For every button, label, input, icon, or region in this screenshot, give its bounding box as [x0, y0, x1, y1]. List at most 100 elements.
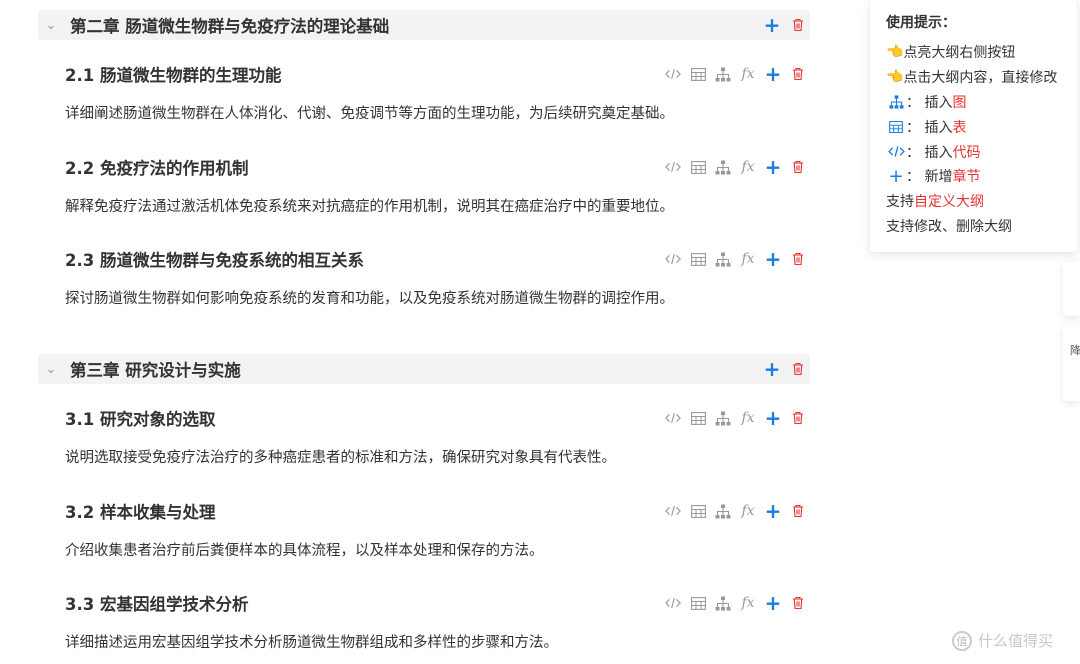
delete-icon[interactable]: [790, 503, 806, 519]
tip-colon: ：: [906, 144, 920, 161]
section-block: 3.3 宏基因组学技术分析 fx + 详细描述运用宏基因组学技术分析肠道微生物群…: [38, 589, 810, 652]
add-icon[interactable]: +: [765, 157, 782, 177]
watermark-text: 什么值得买: [978, 632, 1054, 650]
tip-colon: ：: [906, 94, 920, 111]
diagram-icon[interactable]: [715, 159, 731, 175]
tip-item: + ： 新增 章节: [886, 164, 1077, 189]
chevron-down-icon[interactable]: ⌄: [40, 362, 62, 377]
tip-text: 新增: [924, 169, 953, 186]
section-description[interactable]: 说明选取接受免疫疗法治疗的多种癌症患者的标准和方法，确保研究对象具有代表性。: [65, 446, 810, 467]
delete-icon[interactable]: [790, 159, 806, 175]
table-icon[interactable]: [690, 66, 706, 82]
tip-item: 👈 点亮大纲右侧按钮: [886, 40, 1077, 65]
section-actions: fx +: [665, 60, 806, 88]
tip-highlight: 图: [952, 94, 967, 111]
tip-text: 点击大纲内容，直接修改: [903, 70, 1058, 87]
delete-icon[interactable]: [790, 66, 806, 82]
chapter-row[interactable]: ⌄ 第三章 研究设计与实施 +: [38, 354, 810, 384]
add-icon: +: [888, 165, 904, 187]
add-icon[interactable]: +: [765, 249, 782, 269]
table-icon[interactable]: [690, 503, 706, 519]
section-title[interactable]: 2.1 肠道微生物群的生理功能: [65, 62, 281, 86]
tip-item: ： 插入表: [886, 114, 1077, 139]
section-description[interactable]: 解释免疫疗法通过激活机体免疫系统来对抗癌症的作用机制，说明其在癌症治疗中的重要地…: [65, 195, 810, 216]
section-block: 2.1 肠道微生物群的生理功能 fx + 详细阐述肠道微生物群在人体消化、代谢、…: [38, 60, 810, 123]
chapter-row[interactable]: ⌄ 第二章 肠道微生物群与免疫疗法的理论基础 +: [38, 10, 810, 40]
section-title[interactable]: 3.2 样本收集与处理: [65, 499, 215, 523]
tips-title: 使用提示：: [886, 15, 956, 31]
table-icon[interactable]: [690, 595, 706, 611]
tip-highlight: 章节: [952, 169, 981, 186]
tip-item: ： 插入图: [886, 90, 1077, 115]
add-icon[interactable]: +: [765, 593, 782, 613]
chevron-down-icon[interactable]: ⌄: [40, 18, 62, 33]
add-icon[interactable]: +: [765, 408, 782, 428]
diagram-icon[interactable]: [715, 503, 731, 519]
tip-text: 插入: [924, 94, 953, 111]
code-icon[interactable]: [665, 503, 681, 519]
diagram-icon[interactable]: [715, 595, 731, 611]
add-icon[interactable]: +: [765, 501, 782, 521]
section-actions: fx +: [665, 404, 806, 432]
code-icon[interactable]: [665, 159, 681, 175]
chapter-title[interactable]: 第三章 研究设计与实施: [70, 357, 241, 381]
section-description[interactable]: 探讨肠道微生物群如何影响免疫系统的发育和功能，以及免疫系统对肠道微生物群的调控作…: [65, 287, 810, 308]
tip-text: 支持: [886, 194, 914, 211]
tip-item: 支持修改、删除大纲: [886, 214, 1077, 239]
tip-item: ： 插入 代码: [886, 139, 1077, 164]
section-block: 2.3 肠道微生物群与免疫系统的相互关系 fx + 探讨肠道微生物群如何影响免疫…: [38, 245, 810, 308]
table-icon[interactable]: [690, 159, 706, 175]
section-title[interactable]: 3.1 研究对象的选取: [65, 406, 215, 430]
formula-icon[interactable]: fx: [740, 251, 756, 267]
tip-highlight: 代码: [952, 144, 981, 161]
formula-icon[interactable]: fx: [740, 159, 756, 175]
delete-icon[interactable]: [790, 595, 806, 611]
delete-icon[interactable]: [790, 410, 806, 426]
add-icon[interactable]: +: [764, 359, 781, 379]
tip-text: 插入: [924, 119, 953, 136]
section-block: 3.2 样本收集与处理 fx + 介绍收集患者治疗前后粪便样本的具体流程，以及样…: [38, 497, 810, 560]
formula-icon[interactable]: fx: [740, 410, 756, 426]
chapter-title[interactable]: 第二章 肠道微生物群与免疫疗法的理论基础: [70, 13, 389, 37]
section-title[interactable]: 2.2 免疫疗法的作用机制: [65, 155, 248, 179]
add-icon[interactable]: +: [765, 64, 782, 84]
code-icon[interactable]: [665, 410, 681, 426]
formula-icon[interactable]: fx: [740, 503, 756, 519]
tip-colon: ：: [906, 169, 920, 186]
code-icon[interactable]: [665, 251, 681, 267]
section-description[interactable]: 介绍收集患者治疗前后粪便样本的具体流程，以及样本处理和保存的方法。: [65, 539, 810, 560]
section-actions: fx +: [665, 589, 806, 617]
pointing-hand-icon: 👈: [886, 44, 904, 61]
formula-icon[interactable]: fx: [740, 66, 756, 82]
section-actions: fx +: [665, 497, 806, 525]
chapter-actions: +: [764, 354, 806, 384]
formula-icon[interactable]: fx: [740, 595, 756, 611]
diagram-icon[interactable]: [715, 410, 731, 426]
delete-icon[interactable]: [790, 361, 806, 377]
section-actions: fx +: [665, 153, 806, 181]
section-title[interactable]: 2.3 肠道微生物群与免疫系统的相互关系: [65, 247, 364, 271]
side-panel-edge[interactable]: [1063, 262, 1080, 316]
section-title[interactable]: 3.3 宏基因组学技术分析: [65, 591, 248, 615]
side-panel-label: 降: [1070, 344, 1080, 357]
tip-colon: ：: [906, 119, 920, 136]
section-description[interactable]: 详细阐述肠道微生物群在人体消化、代谢、免疫调节等方面的生理功能，为后续研究奠定基…: [65, 102, 810, 123]
diagram-icon[interactable]: [715, 66, 731, 82]
table-icon[interactable]: [690, 251, 706, 267]
code-icon[interactable]: [665, 66, 681, 82]
tip-highlight: 自定义大纲: [914, 194, 984, 211]
diagram-icon[interactable]: [715, 251, 731, 267]
table-icon[interactable]: [690, 410, 706, 426]
delete-icon[interactable]: [790, 251, 806, 267]
section-block: 3.1 研究对象的选取 fx + 说明选取接受免疫疗法治疗的多种癌症患者的标准和…: [38, 404, 810, 467]
delete-icon[interactable]: [790, 17, 806, 33]
watermark: 值 什么值得买: [952, 630, 1053, 651]
side-panel-edge[interactable]: 降: [1063, 325, 1080, 401]
section-description[interactable]: 详细描述运用宏基因组学技术分析肠道微生物群组成和多样性的步骤和方法。: [65, 631, 810, 652]
chapter-actions: +: [764, 10, 806, 40]
section-actions: fx +: [665, 245, 806, 273]
add-icon[interactable]: +: [764, 15, 781, 35]
code-icon[interactable]: [665, 595, 681, 611]
tip-text: 支持修改、删除大纲: [886, 218, 1012, 235]
tip-highlight: 表: [952, 119, 967, 136]
